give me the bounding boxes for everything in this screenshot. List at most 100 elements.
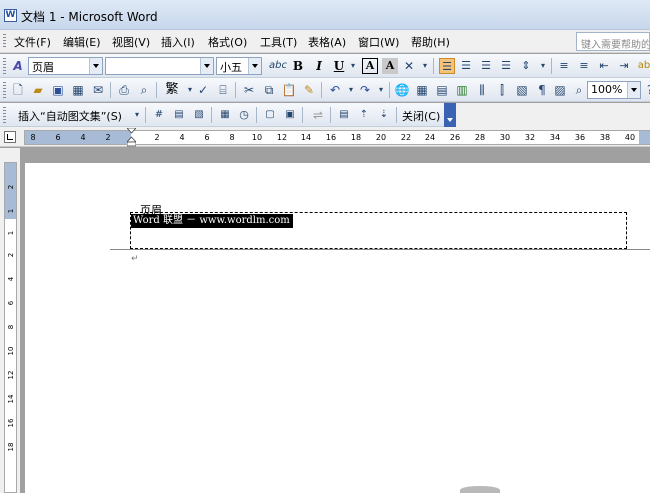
page-setup-icon[interactable]: ▢ <box>262 107 278 123</box>
format-page-number-icon[interactable]: ▧ <box>191 107 207 123</box>
char-border-button[interactable]: A <box>362 58 378 74</box>
hyperlink-icon[interactable]: 🌐 <box>394 82 410 98</box>
show-hide-icon[interactable]: ¶ <box>534 82 550 98</box>
insert-page-number-icon[interactable]: # <box>151 107 167 123</box>
char-shading-button[interactable]: A <box>382 58 398 74</box>
align-left-button[interactable]: ☰ <box>439 58 455 74</box>
styles-pane-icon[interactable]: A <box>10 58 26 74</box>
menubar-grip[interactable] <box>3 34 6 49</box>
ruler-tick: 28 <box>474 133 486 142</box>
separator <box>396 107 397 123</box>
decrease-indent-icon[interactable]: ⇤ <box>596 58 612 74</box>
highlight-icon[interactable]: ab <box>636 58 650 74</box>
undo-icon[interactable]: ↶ <box>327 82 343 98</box>
chevron-down-icon[interactable] <box>627 82 640 98</box>
insert-autotext-button[interactable]: 插入“自动图文集”(S) <box>18 108 122 124</box>
paste-icon[interactable]: 📋 <box>281 82 297 98</box>
ruler-tick: 38 <box>599 133 611 142</box>
menu-window[interactable]: 窗口(W) <box>358 34 399 50</box>
font-size-combo[interactable]: 小五 <box>216 57 262 75</box>
menu-insert[interactable]: 插入(I) <box>161 34 195 50</box>
ruler-tick: 2 <box>154 133 160 142</box>
chevron-down-icon[interactable] <box>89 58 102 74</box>
insert-time-icon[interactable]: ◷ <box>236 107 252 123</box>
show-hide-text-icon[interactable]: ▣ <box>282 107 298 123</box>
chevron-down-icon[interactable] <box>200 58 213 74</box>
underline-dropdown-icon[interactable]: ▾ <box>345 58 361 74</box>
insert-date-icon[interactable]: ▦ <box>217 107 233 123</box>
permission-icon[interactable]: ▦ <box>70 82 86 98</box>
numbering-icon[interactable]: ≡ <box>556 58 572 74</box>
vertical-ruler[interactable]: 2 1 1 2 4 6 8 10 12 14 16 18 <box>0 148 20 493</box>
tables-borders-icon[interactable]: ▦ <box>414 82 430 98</box>
chevron-down-icon[interactable]: ▾ <box>129 107 145 123</box>
close-header-footer-button[interactable]: 关闭(C) <box>402 108 440 124</box>
toolbar-grip[interactable] <box>3 58 6 74</box>
toolbar-grip[interactable] <box>3 82 6 98</box>
menu-tools[interactable]: 工具(T) <box>260 34 297 50</box>
drawing-icon[interactable]: ⫿ <box>494 82 510 98</box>
increase-indent-icon[interactable]: ⇥ <box>616 58 632 74</box>
redo-icon[interactable]: ↷ <box>357 82 373 98</box>
menu-file[interactable]: 文件(F) <box>14 34 51 50</box>
new-document-icon[interactable]: 🗋 <box>10 82 26 98</box>
chevron-down-icon[interactable]: ▾ <box>373 82 389 98</box>
italic-button[interactable]: I <box>311 58 327 74</box>
columns-icon[interactable]: ⫼ <box>474 82 490 98</box>
menu-help[interactable]: 帮助(H) <box>411 34 450 50</box>
cut-icon[interactable]: ✂ <box>241 82 257 98</box>
print-preview-icon[interactable]: ⌕ <box>136 82 152 98</box>
print-icon[interactable]: ⎙ <box>116 82 132 98</box>
horizontal-ruler[interactable]: 8 6 4 2 2 4 6 8 10 12 14 16 18 20 22 24 … <box>24 130 650 145</box>
link-to-previous-icon[interactable]: ⇌ <box>310 107 326 123</box>
toolbar-options-icon[interactable] <box>444 103 456 127</box>
zoom-icon[interactable]: ⌕ <box>571 82 587 98</box>
insert-page-count-icon[interactable]: ▤ <box>171 107 187 123</box>
format-painter-icon[interactable]: ✎ <box>301 82 317 98</box>
align-center-button[interactable]: ☰ <box>458 58 474 74</box>
help-search-input[interactable]: 键入需要帮助的 <box>576 32 650 51</box>
toolbar-empty-area <box>456 103 650 127</box>
font-size-value: 小五 <box>220 61 242 74</box>
zoom-combo[interactable]: 100% <box>587 81 641 99</box>
copy-icon[interactable]: ⧉ <box>261 82 277 98</box>
menu-format[interactable]: 格式(O) <box>208 34 247 50</box>
read-icon[interactable]: ▨ <box>552 82 568 98</box>
show-previous-icon[interactable]: ⇡ <box>356 107 372 123</box>
phonetic-guide-icon[interactable]: ✕ <box>401 58 417 74</box>
insert-excel-icon[interactable]: ▥ <box>454 82 470 98</box>
research-icon[interactable]: ⌸ <box>215 82 231 98</box>
chevron-down-icon[interactable] <box>248 58 261 74</box>
chevron-down-icon[interactable]: ▾ <box>417 58 433 74</box>
switch-header-footer-icon[interactable]: ▤ <box>336 107 352 123</box>
toolbar-grip[interactable] <box>3 107 6 123</box>
ruler-tick: 18 <box>350 133 362 142</box>
document-map-icon[interactable]: ▧ <box>514 82 530 98</box>
email-icon[interactable]: ✉ <box>90 82 106 98</box>
separator <box>389 82 390 98</box>
open-folder-icon[interactable]: ▰ <box>30 82 46 98</box>
style-combo[interactable]: 页眉 <box>28 57 103 75</box>
char-scale-icon[interactable]: abc <box>268 58 288 74</box>
indent-marker-icon[interactable] <box>127 128 136 147</box>
traditional-chinese-button[interactable]: 繁 <box>163 82 181 98</box>
align-right-button[interactable]: ☰ <box>478 58 494 74</box>
justify-button[interactable]: ☰ <box>498 58 514 74</box>
menu-edit[interactable]: 编辑(E) <box>63 34 101 50</box>
font-combo[interactable] <box>105 57 214 75</box>
spelling-icon[interactable]: ✓ <box>195 82 211 98</box>
bullets-icon[interactable]: ≡ <box>576 58 592 74</box>
ruler-tick: 8 <box>229 133 235 142</box>
ruler-tick: 16 <box>325 133 337 142</box>
show-next-icon[interactable]: ⇣ <box>376 107 392 123</box>
bold-button[interactable]: B <box>290 58 306 74</box>
chevron-down-icon[interactable]: ▾ <box>535 58 551 74</box>
save-icon[interactable]: ▣ <box>50 82 66 98</box>
menu-view[interactable]: 视图(V) <box>112 34 150 50</box>
header-selected-text[interactable]: Word 联盟 － www.wordlm.com <box>131 214 293 228</box>
insert-table-icon[interactable]: ▤ <box>434 82 450 98</box>
help-icon[interactable]: ? <box>642 82 650 98</box>
line-spacing-icon[interactable]: ⇕ <box>518 58 534 74</box>
menu-table[interactable]: 表格(A) <box>308 34 346 50</box>
tab-selector-icon[interactable] <box>4 131 16 143</box>
